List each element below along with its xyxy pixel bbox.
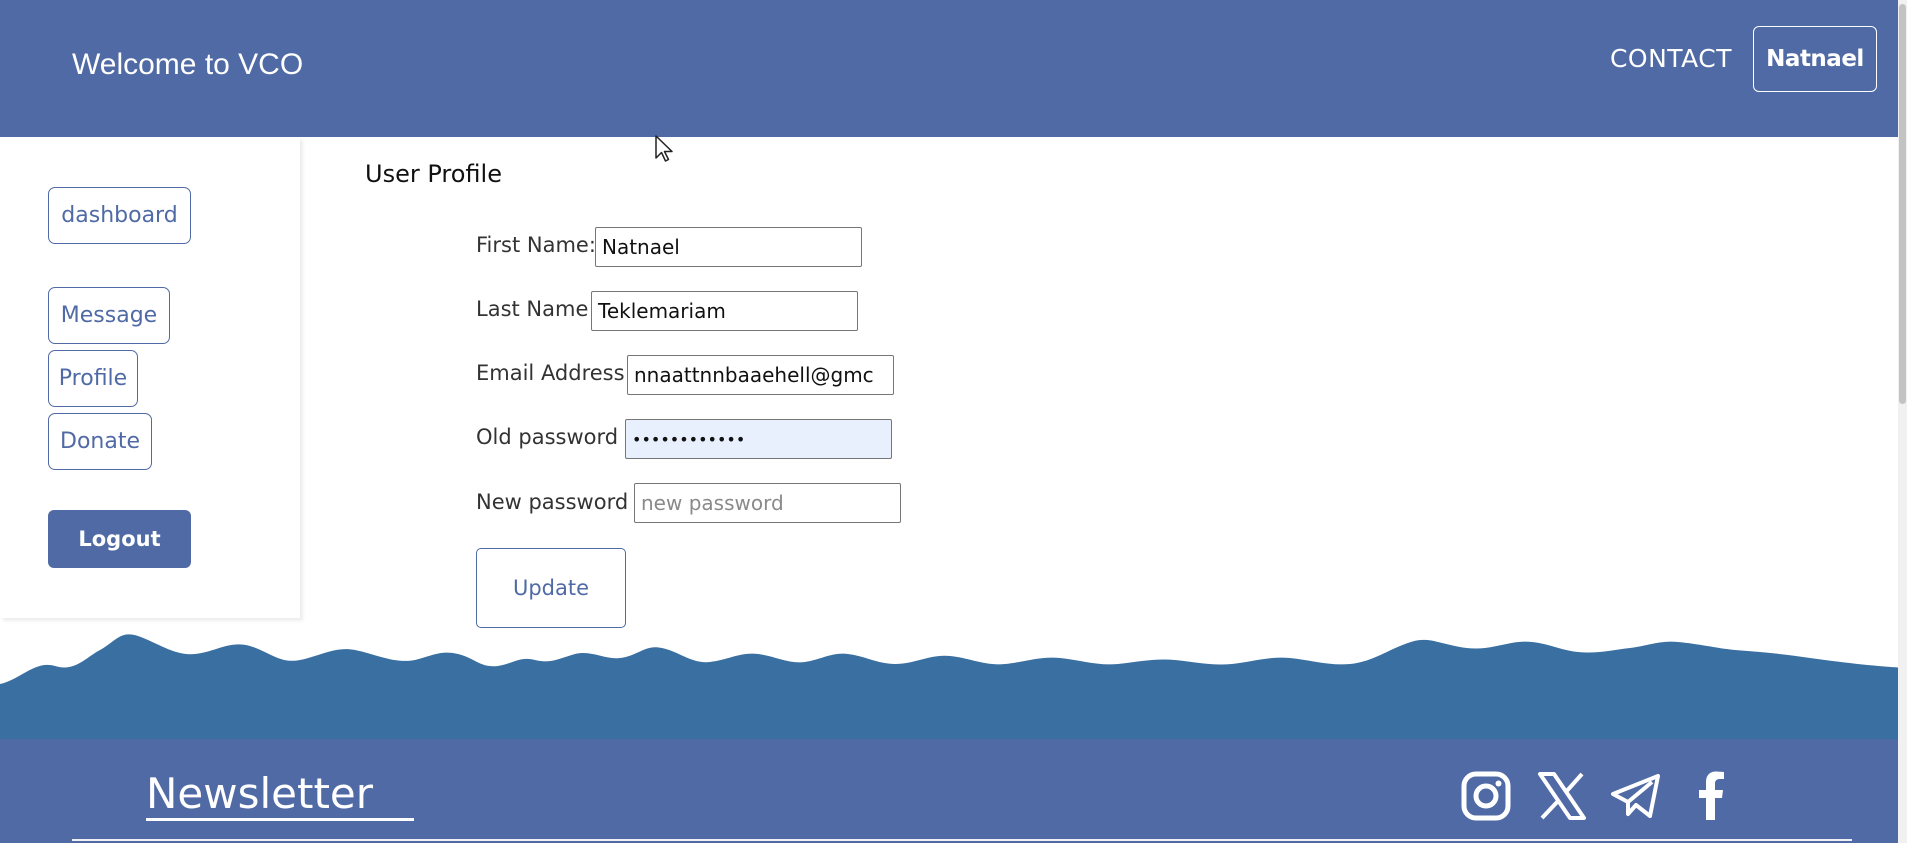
- scrollbar-thumb[interactable]: [1899, 4, 1906, 404]
- last-name-label: Last Name: [476, 297, 589, 321]
- page-title: User Profile: [365, 160, 502, 188]
- user-account-button[interactable]: Natnael: [1753, 26, 1877, 92]
- site-title: Welcome to VCO: [72, 48, 304, 81]
- email-field[interactable]: nnaattnnbaaehell@gmc: [627, 355, 894, 395]
- sidebar-item-message[interactable]: Message: [48, 287, 170, 344]
- new-password-field[interactable]: new password: [634, 483, 901, 523]
- footer-divider: [72, 839, 1852, 841]
- mouse-cursor-icon: [655, 135, 673, 162]
- newsletter-underline: [146, 818, 414, 821]
- first-name-label: First Name:: [476, 233, 596, 257]
- footer: Newsletter: [0, 739, 1907, 843]
- x-icon[interactable]: [1535, 769, 1589, 823]
- newsletter-title: Newsletter: [146, 769, 374, 818]
- old-password-field[interactable]: ••••••••••••: [625, 419, 892, 459]
- sidebar-item-dashboard[interactable]: dashboard: [48, 187, 191, 244]
- top-header: Welcome to VCO CONTACT Natnael: [0, 0, 1907, 137]
- sidebar-item-profile[interactable]: Profile: [48, 350, 138, 407]
- logout-button[interactable]: Logout: [48, 510, 191, 568]
- facebook-icon[interactable]: [1684, 769, 1738, 823]
- sidebar: dashboard Message Profile Donate Logout: [0, 137, 300, 618]
- instagram-icon[interactable]: [1459, 769, 1513, 823]
- sidebar-item-donate[interactable]: Donate: [48, 413, 152, 470]
- scrollbar[interactable]: [1898, 0, 1907, 843]
- email-label: Email Address: [476, 361, 625, 385]
- update-button[interactable]: Update: [476, 548, 626, 628]
- telegram-icon[interactable]: [1609, 769, 1663, 823]
- new-password-label: New password: [476, 490, 629, 514]
- first-name-field[interactable]: Natnael: [595, 227, 862, 267]
- last-name-field[interactable]: Teklemariam: [591, 291, 858, 331]
- old-password-label: Old password: [476, 425, 619, 449]
- contact-link[interactable]: CONTACT: [1610, 44, 1732, 73]
- wave-divider: [0, 634, 1907, 740]
